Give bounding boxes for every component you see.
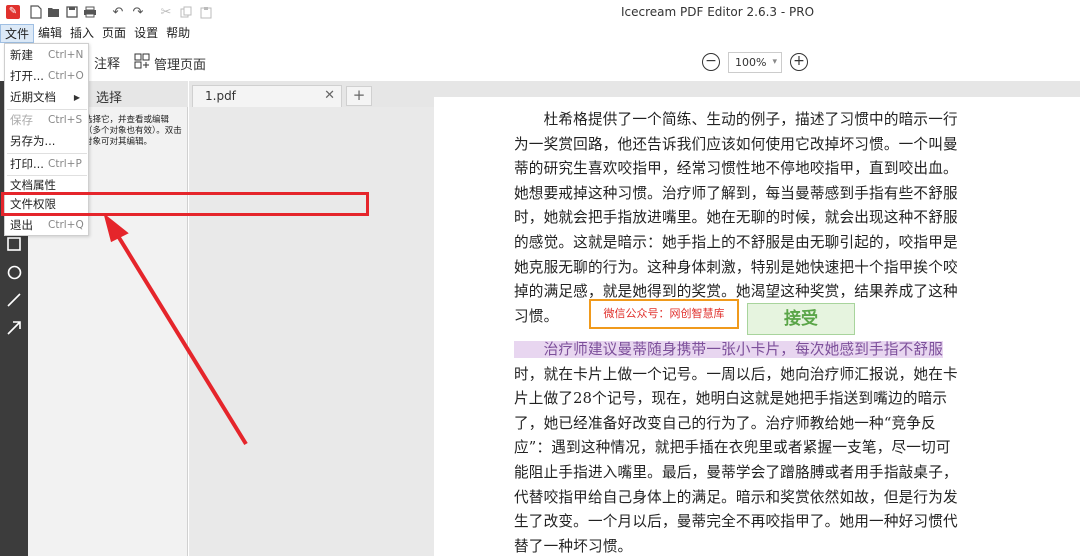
manage-pages-label: 管理页面 <box>154 57 207 73</box>
shortcut-label: Ctrl+O <box>48 70 84 82</box>
zoom-out-button[interactable]: − <box>702 53 720 71</box>
shortcut-label: Ctrl+Q <box>48 219 84 231</box>
menu-insert[interactable]: 插入 <box>66 24 98 43</box>
pdf-page[interactable]: 杜希格提供了一个简练、生动的例子，描述了习惯中的暗示一行 为一奖赏回路，他还告诉… <box>434 97 1080 556</box>
menu-help[interactable]: 帮助 <box>162 24 194 43</box>
menu-item-label: 打开... <box>10 69 44 83</box>
chevron-right-icon: ▶ <box>73 93 80 102</box>
menu-item-open[interactable]: 打开... Ctrl+O <box>5 66 88 87</box>
text-line: 为一奖赏回路，他还告诉我们应该如何使用它改掉坏习惯。一个叫曼 <box>514 135 958 153</box>
annotate-button[interactable]: 注释 <box>94 53 120 72</box>
text-line: 她想要戒掉这种习惯。治疗师了解到，每当曼蒂感到手指有些不舒服 <box>514 184 958 202</box>
menu-item-label: 文档属性 <box>10 178 56 192</box>
menu-item-label: 另存为... <box>10 134 56 148</box>
text-line: 应”：遇到这种情况，就把手插在衣兜里或者紧握一支笔，尽一切可 <box>514 439 951 457</box>
text-line: 代替咬指甲给自己身体上的满足。暗示和奖赏依然如故，但是行为发 <box>514 488 958 506</box>
tab-label: 1.pdf <box>205 89 236 103</box>
highlighted-text[interactable]: 治疗师建议曼蒂随身携带一张小卡片，每次她感到手指不舒服 <box>514 341 944 358</box>
zoom-in-button[interactable]: + <box>790 53 808 71</box>
text-line: 了，她已经准备好改变自己的行为了。治疗师教给她一种“竞争反 <box>514 414 936 432</box>
zoom-value: 100% <box>735 56 767 69</box>
paragraph-2: 治疗师建议曼蒂随身携带一张小卡片，每次她感到手指不舒服 时，就在卡片上做一个记号… <box>514 338 998 556</box>
manage-pages-icon <box>134 53 150 73</box>
close-icon[interactable]: ✕ <box>324 88 335 103</box>
menu-edit[interactable]: 编辑 <box>34 24 66 43</box>
menu-page[interactable]: 页面 <box>98 24 130 43</box>
manage-pages-button[interactable]: 管理页面 <box>134 53 206 73</box>
text-line: 时，就在卡片上做一个记号。一周以后，她向治疗师汇报说，她在卡 <box>514 365 958 383</box>
menu-item-print[interactable]: 打印... Ctrl+P <box>5 154 88 175</box>
menu-item-save[interactable]: 保存 Ctrl+S <box>5 110 88 131</box>
menu-settings[interactable]: 设置 <box>130 24 162 43</box>
chevron-down-icon: ▾ <box>772 57 777 67</box>
text-line: 生了改变。一个月以后，曼蒂完全不再咬指甲了。她用一种好习惯代 <box>514 513 958 531</box>
new-tab-button[interactable]: + <box>346 86 372 106</box>
line-tool-icon[interactable] <box>5 291 23 309</box>
menu-item-label: 保存 <box>10 113 33 127</box>
accept-stamp[interactable]: 接受 <box>747 303 855 335</box>
mode-toolbar: 注释 管理页面 − 100% ▾ + <box>0 43 1080 81</box>
text-line: 片上做了28个记号，现在，她明白这就是她把手指送到嘴边的暗示 <box>514 390 948 408</box>
menu-item-label: 打印... <box>10 157 44 171</box>
menu-item-label: 新建 <box>10 48 33 62</box>
menu-item-exit[interactable]: 退出 Ctrl+Q <box>5 215 88 236</box>
menu-item-label: 退出 <box>10 218 33 232</box>
text-line: 时，她就会把手指放进嘴里。她在无聊的时候，就会出现这种不舒服 <box>514 209 958 227</box>
text-line: 替了一种坏习惯。 <box>514 537 633 555</box>
text-line: 的感觉。这就是暗示：她手指上的不舒服是由无聊引起的，咬指甲是 <box>514 233 958 251</box>
ellipse-tool-icon[interactable] <box>5 263 23 281</box>
panel-hint-text: 选择它，并查看或编辑（多个对象也有效）。双击对象可对其编辑。 <box>84 115 182 147</box>
zoom-select[interactable]: 100% ▾ <box>728 52 782 73</box>
window-title: Icecream PDF Editor 2.6.3 - PRO <box>620 5 815 19</box>
menu-bar: 文件 编辑 插入 页面 设置 帮助 <box>0 24 1080 43</box>
wechat-stamp[interactable]: 微信公众号：网创智慧库 <box>589 299 739 329</box>
rectangle-tool-icon[interactable] <box>5 235 23 253</box>
arrow-tool-icon[interactable] <box>5 319 23 337</box>
menu-item-label: 近期文档 <box>10 90 56 104</box>
text-line: 杜希格提供了一个简练、生动的例子，描述了习惯中的暗示一行 <box>514 111 958 128</box>
text-line: 掉的满足感，就是她得到的奖赏。她渴望这种奖赏，结果养成了这种 <box>514 283 958 301</box>
annotate-label: 注释 <box>94 57 121 72</box>
menu-item-new[interactable]: 新建 Ctrl+N <box>5 45 88 66</box>
menu-item-recent[interactable]: 近期文档 ▶ <box>5 87 88 108</box>
shortcut-label: Ctrl+N <box>48 49 84 61</box>
menu-item-save-as[interactable]: 另存为... <box>5 131 88 152</box>
shortcut-label: Ctrl+S <box>48 114 83 126</box>
paragraph-1: 杜希格提供了一个简练、生动的例子，描述了习惯中的暗示一行 为一奖赏回路，他还告诉… <box>514 108 998 329</box>
text-line: 能阻止手指进入嘴里。最后，曼蒂学会了蹭胳膊或者用手指敲桌子， <box>514 463 958 481</box>
menu-file[interactable]: 文件 <box>0 24 35 43</box>
panel-title: 选择 <box>96 91 123 106</box>
tab-1-pdf[interactable]: 1.pdf ✕ <box>192 85 342 107</box>
text-line: 蒂的研究生喜欢咬指甲，经常习惯性地不停地咬指甲，直到咬出血。 <box>514 160 958 178</box>
text-line: 她克服无聊的行为。这种身体刺激，特别是她快速把十个指甲挨个咬 <box>514 258 958 276</box>
shortcut-label: Ctrl+P <box>48 158 82 170</box>
highlight-box-annotation <box>1 192 369 216</box>
title-bar: ✎ ↶ ↷ ✂ Icecream PDF Editor 2.6.3 - PRO <box>0 0 1080 24</box>
